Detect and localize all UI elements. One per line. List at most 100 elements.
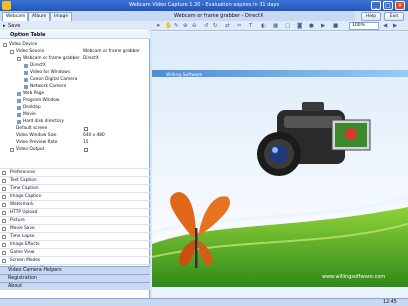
main-tabs: Webcam Album Image	[0, 11, 150, 21]
expand-icon[interactable]	[2, 186, 6, 191]
prev-icon[interactable]: ◀	[383, 23, 387, 29]
collapse-icon[interactable]	[10, 49, 14, 54]
tree-item[interactable]: DirectX	[0, 62, 150, 69]
tree-item[interactable]: Canon Digital Camera	[0, 76, 150, 83]
tab-webcam[interactable]: Webcam	[2, 12, 28, 21]
app-window: Webcam Video Capture 1.30 - Evaluation e…	[0, 0, 408, 306]
arrow-icon: ▸	[3, 23, 6, 29]
expand-icon[interactable]	[2, 242, 6, 247]
network-icon	[24, 84, 28, 89]
exit-button[interactable]: Exit	[384, 12, 404, 21]
tree-item[interactable]: Video Preview Rate 15	[0, 139, 150, 146]
tree-item[interactable]: Hard disk directory	[0, 118, 150, 125]
brand-label: Willing Software	[166, 72, 203, 78]
url-label: www.willingsoftware.com	[322, 274, 385, 280]
options-panel: ▸ Save Option Table Video Device Video S…	[0, 21, 150, 298]
tab-album[interactable]: Album	[28, 12, 50, 21]
tree-item[interactable]: Program Window	[0, 97, 150, 104]
section-time-lapse[interactable]: Time Lapse	[0, 232, 150, 239]
flip-icon[interactable]: ⇄	[225, 23, 230, 29]
collapse-icon[interactable]	[17, 56, 21, 61]
tree-item[interactable]: Network Camera	[0, 83, 150, 90]
expand-icon[interactable]	[2, 250, 6, 255]
camera-icon	[24, 77, 28, 82]
device-icon	[24, 70, 28, 75]
rotate-right-icon[interactable]: ↻	[213, 23, 218, 29]
tree-item[interactable]: Video Source Webcam or frame grabber	[0, 48, 150, 55]
section-watermark[interactable]: Watermark	[0, 200, 150, 207]
device-icon	[24, 63, 28, 68]
crop-icon[interactable]: ✂	[237, 23, 242, 29]
default-screen-checkbox[interactable]	[84, 126, 88, 131]
tree-item[interactable]: Video Window Size 640 x 480	[0, 132, 150, 139]
tree-item[interactable]: Video Output	[0, 146, 150, 153]
expand-icon[interactable]	[2, 226, 6, 231]
expand-icon[interactable]	[2, 170, 6, 175]
section-picture[interactable]: Picture	[0, 216, 150, 223]
rotate-left-icon[interactable]: ↺	[204, 23, 209, 29]
text-icon[interactable]: T	[249, 23, 252, 29]
window-icon	[17, 98, 21, 103]
tab-image[interactable]: Image	[50, 12, 72, 21]
section-movie-save[interactable]: Movie Save	[0, 224, 150, 231]
option-table-header: Option Table	[0, 31, 150, 39]
section-screen-modes[interactable]: Screen Modes	[0, 256, 150, 263]
preview-title: Webcam or frame grabber - DirectX	[150, 11, 355, 21]
camera-icon[interactable]: ◙	[297, 23, 302, 29]
expand-icon[interactable]	[2, 234, 6, 239]
section-game-view[interactable]: Game View	[0, 248, 150, 255]
section-image-effects[interactable]: Image Effects	[0, 240, 150, 247]
section-preferences[interactable]: Preferences	[0, 168, 150, 175]
registration-tab[interactable]: Registration	[0, 274, 150, 282]
tree-item[interactable]: Movie	[0, 111, 150, 118]
zoom-in-icon[interactable]: ⊕	[183, 23, 188, 29]
movie-icon	[17, 112, 21, 117]
preview-toolbar: ➤ ✋ ✎ ⊕ ⊖ ↺ ↻ ⇄ ✂ T ◐ ▦ ▢ ◙ ● ▶ ■ 100% ◀…	[152, 21, 408, 31]
play-icon[interactable]: ▶	[321, 23, 325, 29]
pen-icon[interactable]: ✎	[174, 23, 179, 29]
maximize-button[interactable]: □	[383, 1, 393, 10]
expand-icon[interactable]	[2, 178, 6, 183]
section-time-caption[interactable]: Time Caption	[0, 184, 150, 191]
video-output-checkbox[interactable]	[84, 147, 88, 152]
zoom-select[interactable]: 100%	[349, 22, 379, 30]
grid-icon[interactable]: ▦	[273, 23, 278, 29]
next-icon[interactable]: ▶	[393, 23, 397, 29]
preview-image: Willing Software www.willingsoftware.com	[152, 32, 408, 287]
expand-icon[interactable]	[2, 194, 6, 199]
video-camera-helpers-tab[interactable]: Video Camera Helpers	[0, 266, 150, 274]
color-icon[interactable]: ◐	[261, 23, 266, 29]
expand-icon[interactable]	[2, 210, 6, 215]
zoom-out-icon[interactable]: ⊖	[192, 23, 197, 29]
web-page-icon	[17, 91, 21, 96]
expand-icon[interactable]	[2, 202, 6, 207]
pointer-icon[interactable]: ➤	[156, 23, 161, 29]
save-button[interactable]: ▸ Save	[0, 21, 150, 30]
tree-item[interactable]: Video Device	[0, 41, 150, 48]
expand-icon[interactable]	[10, 147, 14, 152]
expand-icon[interactable]	[2, 218, 6, 223]
stop-icon[interactable]: ■	[333, 23, 338, 29]
close-button[interactable]: ×	[395, 1, 405, 10]
desktop-icon	[17, 105, 21, 110]
tree-item[interactable]: Desktop	[0, 104, 150, 111]
minimize-button[interactable]: _	[371, 1, 381, 10]
tree-item[interactable]: Web Page	[0, 90, 150, 97]
frame-icon[interactable]: ▢	[285, 23, 290, 29]
section-http-upload[interactable]: HTTP Upload	[0, 208, 150, 215]
help-button[interactable]: Help	[361, 12, 381, 21]
status-bar: 12:45	[0, 298, 408, 306]
save-label: Save	[8, 23, 21, 29]
video-preview[interactable]: Willing Software www.willingsoftware.com	[152, 32, 408, 287]
folder-icon	[17, 119, 21, 124]
hand-icon[interactable]: ✋	[165, 23, 172, 29]
about-tab[interactable]: About	[0, 282, 150, 290]
record-icon[interactable]: ●	[309, 23, 314, 29]
tree-item[interactable]: Video for Windows	[0, 69, 150, 76]
collapse-icon[interactable]	[3, 42, 7, 47]
tree-item[interactable]: Default screen	[0, 125, 150, 132]
section-text-caption[interactable]: Text Caption	[0, 176, 150, 183]
expand-icon[interactable]	[2, 258, 6, 263]
section-image-caption[interactable]: Image Caption	[0, 192, 150, 199]
tree-item[interactable]: Webcam or frame grabber DirectX	[0, 55, 150, 62]
